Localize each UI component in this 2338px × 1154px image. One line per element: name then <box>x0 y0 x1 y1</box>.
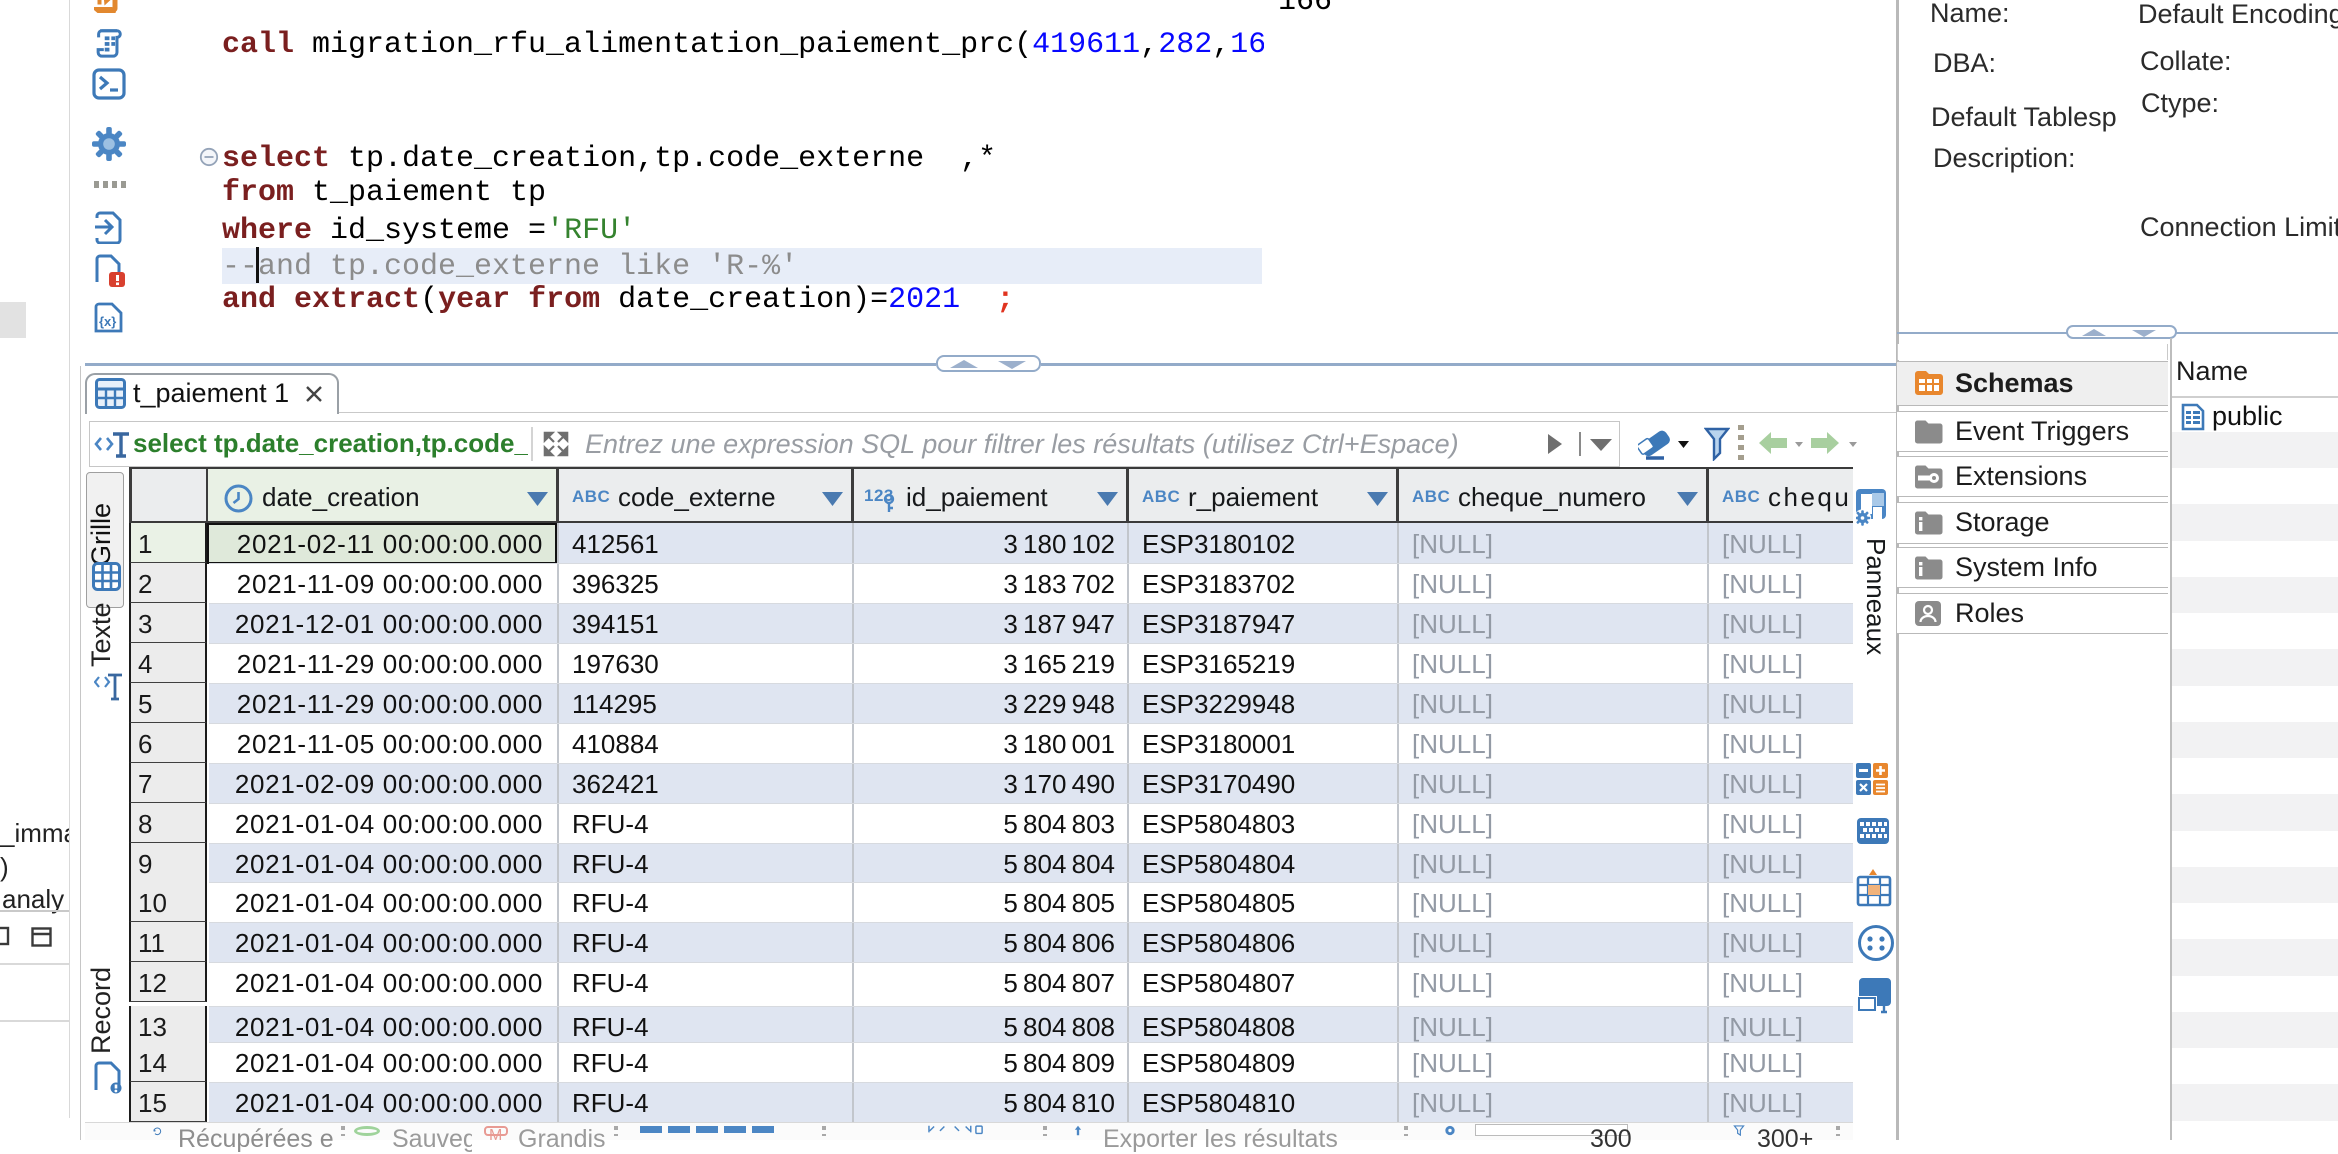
svg-text:{x}: {x} <box>99 314 116 329</box>
